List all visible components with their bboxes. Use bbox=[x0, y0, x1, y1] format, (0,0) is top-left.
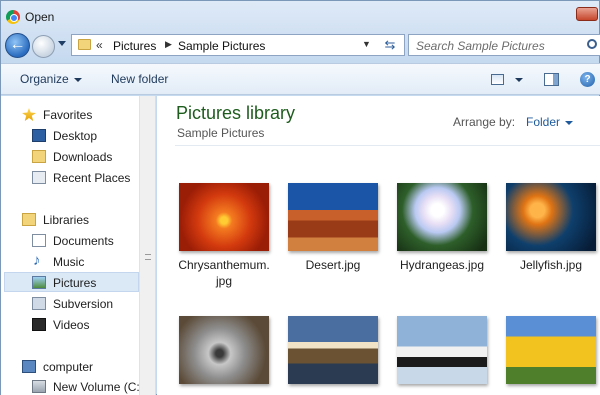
nav-label: Music bbox=[53, 255, 85, 269]
breadcrumb-arrow-icon[interactable]: ▶ bbox=[165, 39, 172, 50]
thumbnail-lighthouse bbox=[288, 316, 378, 384]
breadcrumb-pictures[interactable]: Pictures bbox=[113, 39, 156, 53]
music-icon bbox=[32, 252, 46, 269]
search-input[interactable]: Search Sample Pictures bbox=[408, 34, 600, 56]
navigation-pane: Favorites Desktop Downloads Recent Place… bbox=[1, 96, 156, 395]
thumbnail-jellyfish bbox=[506, 183, 596, 251]
nav-music[interactable]: Music bbox=[4, 252, 139, 272]
nav-videos[interactable]: Videos bbox=[4, 315, 139, 335]
nav-label: Pictures bbox=[53, 276, 97, 290]
change-view-icon[interactable] bbox=[491, 74, 504, 85]
nav-libraries[interactable]: Libraries bbox=[4, 210, 139, 230]
nav-favorites[interactable]: Favorites bbox=[4, 105, 139, 125]
chevron-down-icon bbox=[73, 77, 82, 82]
scrollbar-grip[interactable] bbox=[145, 254, 151, 260]
recent-pages-dropdown[interactable] bbox=[58, 41, 66, 46]
sidebar-scrollbar[interactable] bbox=[139, 96, 155, 395]
pictures-icon bbox=[32, 276, 46, 289]
thumbnail-koala bbox=[179, 316, 269, 384]
star-icon bbox=[22, 108, 36, 121]
chevron-down-icon bbox=[565, 120, 574, 125]
folder-icon bbox=[78, 39, 91, 50]
nav-documents[interactable]: Documents bbox=[4, 231, 139, 251]
computer-icon bbox=[22, 360, 36, 373]
preview-pane-icon[interactable] bbox=[544, 73, 559, 86]
nav-label: Documents bbox=[53, 234, 114, 248]
videos-icon bbox=[32, 318, 46, 331]
nav-label: New Volume (C: bbox=[53, 380, 140, 394]
close-button[interactable] bbox=[576, 7, 598, 21]
file-name: Hydrangeas.jpg bbox=[399, 258, 485, 272]
arrange-by-value: Folder bbox=[526, 115, 561, 129]
nav-label: Libraries bbox=[43, 213, 90, 227]
thumbnail-penguins bbox=[397, 316, 487, 384]
arrange-by-dropdown[interactable]: Folder bbox=[526, 115, 574, 129]
page-subtitle: Sample Pictures bbox=[177, 126, 265, 140]
nav-label: Subversion bbox=[53, 297, 114, 311]
search-placeholder: Search Sample Pictures bbox=[416, 39, 545, 53]
nav-downloads[interactable]: Downloads bbox=[4, 147, 139, 167]
nav-label: Downloads bbox=[53, 150, 113, 164]
nav-label: Videos bbox=[53, 318, 90, 332]
arrange-by-label: Arrange by: bbox=[453, 115, 516, 129]
nav-label: Desktop bbox=[53, 129, 98, 143]
address-row: ← « Pictures ▶ Sample Pictures ▼ ⇆ Searc… bbox=[1, 31, 600, 61]
nav-label: computer bbox=[43, 360, 94, 374]
chrome-icon bbox=[6, 10, 20, 24]
new-folder-button[interactable]: New folder bbox=[111, 72, 168, 86]
thumbnail-tulips bbox=[506, 316, 596, 384]
view-options-dropdown[interactable] bbox=[515, 78, 523, 82]
downloads-icon bbox=[32, 150, 46, 163]
address-dropdown-icon[interactable]: ▼ bbox=[362, 39, 371, 49]
file-name: Desert.jpg bbox=[305, 258, 361, 272]
nav-computer[interactable]: computer bbox=[4, 357, 139, 377]
organize-label: Organize bbox=[20, 72, 69, 86]
open-dialog: Open ← « Pictures ▶ Sample Pictures ▼ ⇆ … bbox=[0, 0, 600, 395]
nav-subversion[interactable]: Subversion bbox=[4, 294, 139, 314]
thumbnail-desert bbox=[288, 183, 378, 251]
organize-button[interactable]: Organize bbox=[20, 72, 82, 86]
file-name: Jellyfish.jpg bbox=[519, 258, 583, 272]
desktop-icon bbox=[32, 129, 46, 142]
address-bar[interactable]: « Pictures ▶ Sample Pictures ▼ ⇆ bbox=[71, 34, 405, 56]
window-title: Open bbox=[25, 10, 55, 24]
breadcrumb-overflow[interactable]: « bbox=[96, 38, 103, 52]
page-title: Pictures library bbox=[176, 103, 296, 123]
nav-recent-places[interactable]: Recent Places bbox=[4, 168, 139, 188]
nav-pictures[interactable]: Pictures bbox=[4, 272, 139, 292]
forward-button[interactable] bbox=[32, 35, 55, 58]
nav-label: Favorites bbox=[43, 108, 93, 122]
recent-places-icon bbox=[32, 171, 46, 184]
search-icon[interactable] bbox=[587, 39, 597, 49]
libraries-icon bbox=[22, 213, 36, 226]
documents-icon bbox=[32, 234, 46, 247]
nav-new-volume[interactable]: New Volume (C: bbox=[4, 377, 140, 395]
breadcrumb-sample-pictures[interactable]: Sample Pictures bbox=[178, 39, 265, 53]
drive-icon bbox=[32, 380, 46, 393]
thumbnail-hydrangeas bbox=[397, 183, 487, 251]
nav-desktop[interactable]: Desktop bbox=[4, 126, 139, 146]
divider bbox=[175, 145, 600, 146]
help-icon[interactable]: ? bbox=[580, 72, 595, 87]
command-bar: Organize New folder ? bbox=[1, 63, 600, 95]
subversion-icon bbox=[32, 297, 46, 310]
file-list: Pictures library Sample Pictures Arrange… bbox=[157, 96, 600, 395]
refresh-button[interactable]: ⇆ bbox=[380, 37, 400, 53]
nav-label: Recent Places bbox=[53, 171, 131, 185]
back-button[interactable]: ← bbox=[5, 33, 30, 58]
title-bar: Open bbox=[1, 1, 600, 31]
file-name: Chrysanthemum. jpg bbox=[178, 258, 270, 288]
thumbnail-chrysanthemum bbox=[179, 183, 269, 251]
